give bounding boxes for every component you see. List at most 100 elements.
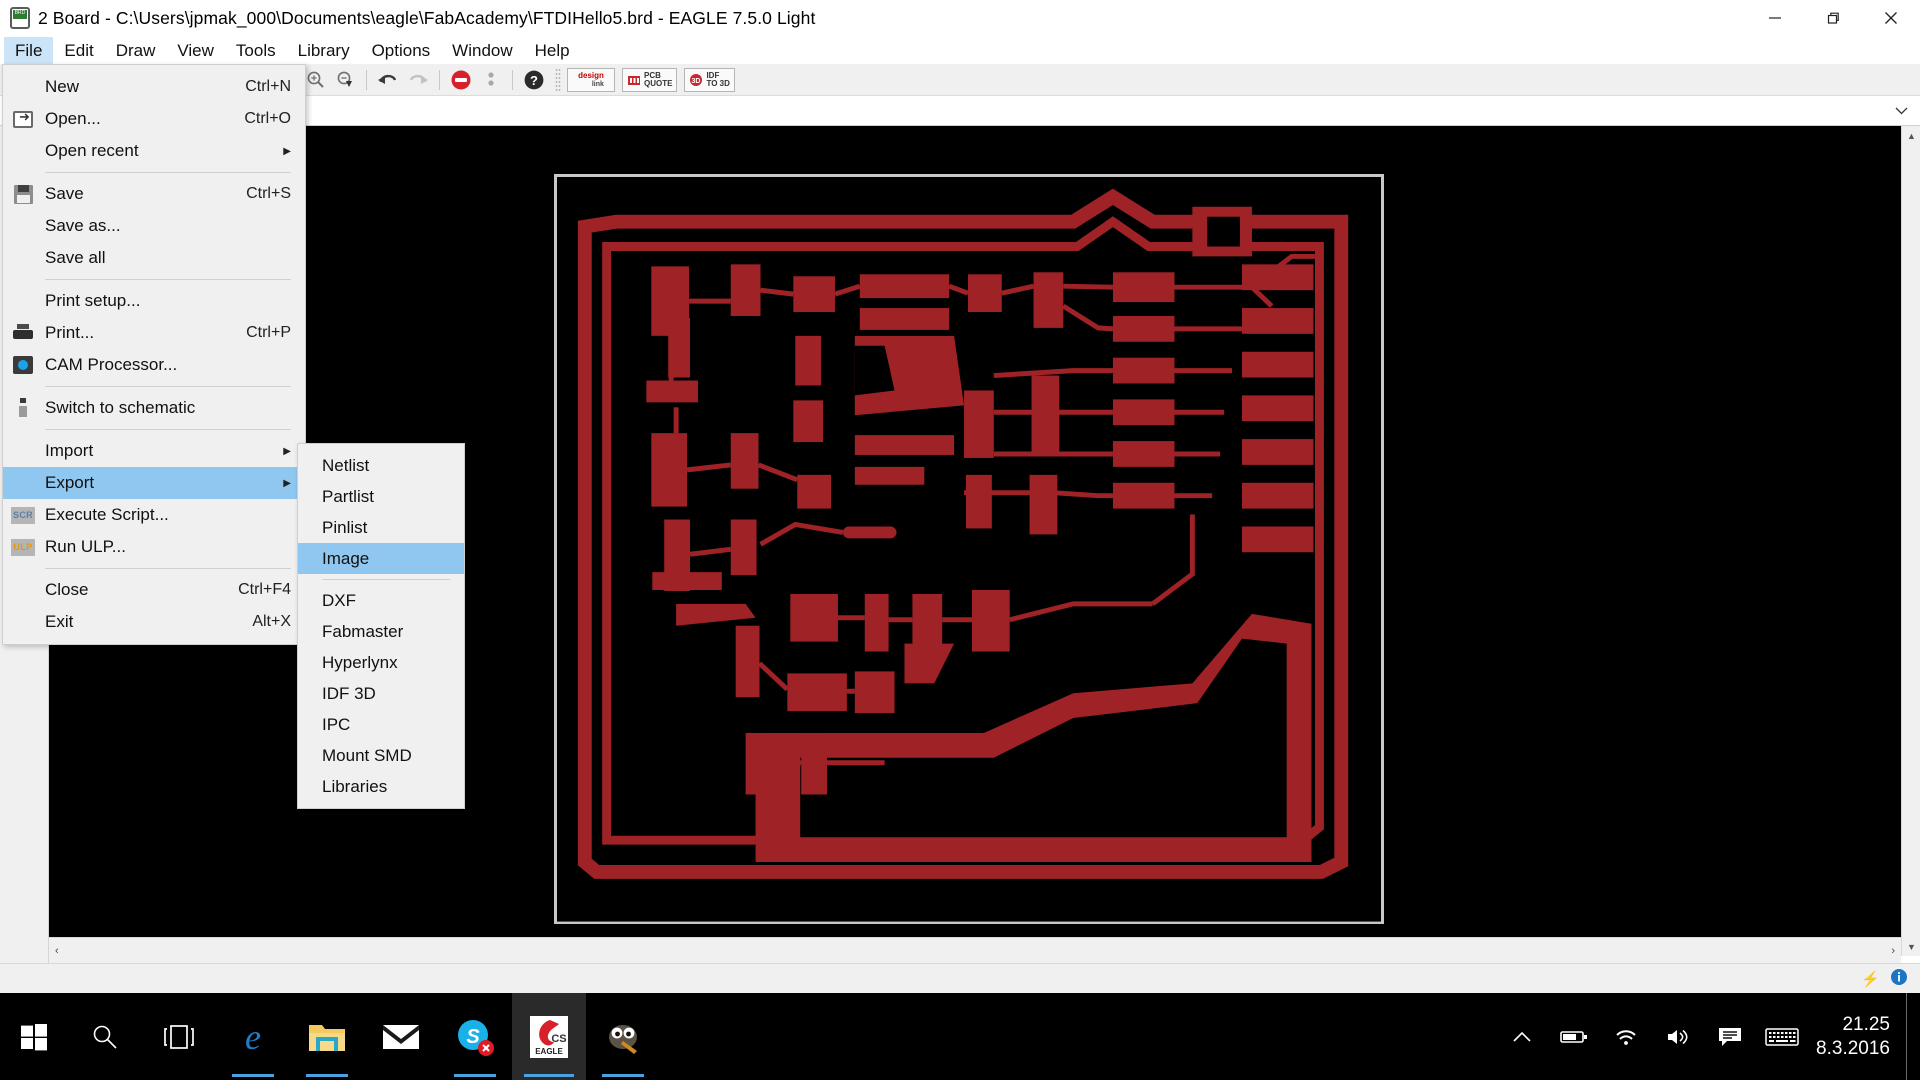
- pcb-quote-label-2: QUOTE: [644, 78, 673, 88]
- export-item-idf-3d[interactable]: IDF 3D: [298, 678, 464, 709]
- export-item-hyperlynx[interactable]: Hyperlynx: [298, 647, 464, 678]
- scroll-down-arrow[interactable]: ▼: [1902, 937, 1920, 956]
- menu-item-print[interactable]: Print... Ctrl+P: [3, 317, 305, 349]
- redo-icon: [403, 66, 433, 94]
- clock-time: 21.25: [1842, 1013, 1890, 1035]
- menu-item-switch-to-schematic[interactable]: Switch to schematic: [3, 392, 305, 424]
- menu-item-new[interactable]: New Ctrl+N: [3, 71, 305, 103]
- menu-item-accel: Alt+X: [252, 613, 291, 630]
- menu-separator: [45, 429, 291, 430]
- toolbar-grip[interactable]: [555, 67, 561, 92]
- zoom-out-icon[interactable]: [330, 66, 360, 94]
- stop-icon[interactable]: [446, 66, 476, 94]
- help-icon[interactable]: ?: [519, 66, 549, 94]
- menu-item-accel: Ctrl+F4: [238, 581, 291, 598]
- export-item-image[interactable]: Image: [298, 543, 464, 574]
- menu-item-save-all[interactable]: Save all: [3, 242, 305, 274]
- menu-item-export[interactable]: Export ▶: [3, 467, 305, 499]
- export-item-ipc[interactable]: IPC: [298, 709, 464, 740]
- menu-item-import[interactable]: Import ▶: [3, 435, 305, 467]
- menu-file[interactable]: File: [4, 36, 54, 64]
- export-item-netlist[interactable]: Netlist: [298, 450, 464, 481]
- menu-item-run-ulp[interactable]: ULP Run ULP...: [3, 531, 305, 563]
- gimp-button[interactable]: [586, 993, 660, 1080]
- title-bar: 2 Board - C:\Users\jpmak_000\Documents\e…: [0, 0, 1920, 36]
- menu-help[interactable]: Help: [524, 37, 581, 64]
- task-view-button[interactable]: [142, 993, 216, 1080]
- menu-item-label: Image: [322, 548, 370, 568]
- menu-item-label: Close: [45, 580, 89, 599]
- menu-item-label: Hyperlynx: [322, 652, 398, 672]
- menu-item-label: Partlist: [322, 486, 374, 506]
- menu-edit[interactable]: Edit: [53, 37, 104, 64]
- horizontal-scrollbar[interactable]: ‹ ›: [49, 937, 1901, 963]
- pcb-copper-artwork: [557, 177, 1381, 922]
- menu-item-label: New: [45, 77, 80, 96]
- close-button[interactable]: [1862, 0, 1920, 36]
- vertical-scrollbar[interactable]: ▲ ▼: [1901, 126, 1920, 956]
- idf-to-3d-button[interactable]: 3D IDF TO 3D: [684, 67, 735, 92]
- mail-button[interactable]: [364, 993, 438, 1080]
- menu-item-label: Save all: [45, 248, 106, 267]
- menu-item-save-as[interactable]: Save as...: [3, 210, 305, 242]
- menu-item-label: Import: [45, 441, 94, 460]
- battery-icon[interactable]: [1548, 993, 1600, 1080]
- maximize-restore-button[interactable]: [1804, 0, 1862, 36]
- chevron-down-icon[interactable]: [1890, 100, 1912, 122]
- scroll-right-arrow[interactable]: ›: [1891, 945, 1895, 957]
- menu-item-label: Print setup...: [45, 291, 141, 310]
- show-desktop-button[interactable]: [1906, 993, 1914, 1080]
- menu-item-label: Libraries: [322, 776, 388, 796]
- file-menu[interactable]: New Ctrl+N Open... Ctrl+O Open recent ▶ …: [2, 64, 306, 645]
- menu-tools[interactable]: Tools: [225, 37, 287, 64]
- toolbar-separator-3: [512, 69, 513, 90]
- export-item-mount-smd[interactable]: Mount SMD: [298, 740, 464, 771]
- export-item-pinlist[interactable]: Pinlist: [298, 512, 464, 543]
- more-options-icon[interactable]: [476, 66, 506, 94]
- export-item-partlist[interactable]: Partlist: [298, 481, 464, 512]
- svg-text:S: S: [466, 1026, 480, 1048]
- keyboard-icon[interactable]: [1756, 993, 1808, 1080]
- menu-item-open-recent[interactable]: Open recent ▶: [3, 135, 305, 167]
- menu-item-label: Execute Script...: [45, 505, 169, 524]
- search-button[interactable]: [68, 993, 142, 1080]
- menu-item-label: Open...: [45, 109, 101, 128]
- menu-library[interactable]: Library: [287, 37, 361, 64]
- export-submenu[interactable]: Netlist Partlist Pinlist Image DXF Fabma…: [297, 443, 465, 809]
- menu-item-cam-processor[interactable]: CAM Processor...: [3, 349, 305, 381]
- menu-window[interactable]: Window: [441, 37, 523, 64]
- menu-item-execute-script[interactable]: SCR Execute Script...: [3, 499, 305, 531]
- message-icon[interactable]: [1704, 993, 1756, 1080]
- edge-button[interactable]: e: [216, 993, 290, 1080]
- scroll-left-arrow[interactable]: ‹: [55, 945, 59, 957]
- menu-bar: File Edit Draw View Tools Library Option…: [0, 36, 1920, 64]
- undo-icon[interactable]: [373, 66, 403, 94]
- menu-item-exit[interactable]: Exit Alt+X: [3, 606, 305, 638]
- pcb-quote-button[interactable]: PCB QUOTE: [622, 67, 678, 92]
- file-explorer-button[interactable]: [290, 993, 364, 1080]
- menu-options[interactable]: Options: [361, 37, 442, 64]
- cam-icon: [11, 354, 35, 376]
- scroll-up-arrow[interactable]: ▲: [1902, 126, 1920, 145]
- submenu-arrow-icon: ▶: [283, 145, 291, 157]
- export-item-dxf[interactable]: DXF: [298, 585, 464, 616]
- menu-item-print-setup[interactable]: Print setup...: [3, 285, 305, 317]
- menu-item-open[interactable]: Open... Ctrl+O: [3, 103, 305, 135]
- speaker-icon[interactable]: [1652, 993, 1704, 1080]
- export-item-libraries[interactable]: Libraries: [298, 771, 464, 802]
- skype-button[interactable]: S: [438, 993, 512, 1080]
- design-link-button[interactable]: design link: [567, 67, 615, 92]
- idf-label-2: TO 3D: [706, 78, 730, 88]
- taskbar-clock[interactable]: 21.25 8.3.2016: [1808, 1013, 1906, 1061]
- menu-view[interactable]: View: [166, 37, 225, 64]
- info-icon[interactable]: [1890, 968, 1908, 989]
- minimize-button[interactable]: [1746, 0, 1804, 36]
- eagle-button[interactable]: CS EAGLE: [512, 993, 586, 1080]
- wifi-icon[interactable]: [1600, 993, 1652, 1080]
- chevron-up-icon[interactable]: [1496, 993, 1548, 1080]
- export-item-fabmaster[interactable]: Fabmaster: [298, 616, 464, 647]
- menu-item-save[interactable]: Save Ctrl+S: [3, 178, 305, 210]
- menu-draw[interactable]: Draw: [105, 37, 167, 64]
- menu-item-close[interactable]: Close Ctrl+F4: [3, 574, 305, 606]
- start-button[interactable]: [0, 993, 68, 1080]
